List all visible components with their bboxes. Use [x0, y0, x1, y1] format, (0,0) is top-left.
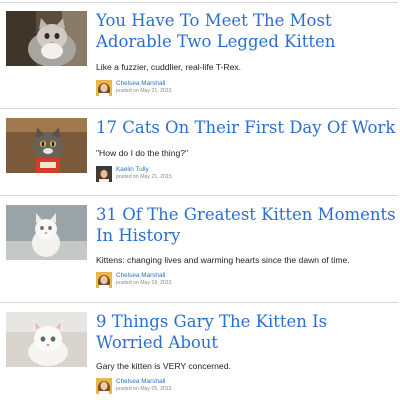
divider — [0, 108, 398, 109]
article-thumbnail[interactable] — [6, 118, 87, 173]
article-feed: You Have To Meet The Most Adorable Two L… — [0, 0, 400, 400]
article-title[interactable]: 31 Of The Greatest Kitten Moments In His… — [96, 204, 396, 246]
article-title[interactable]: 9 Things Gary The Kitten Is Worried Abou… — [96, 311, 396, 353]
article-title[interactable]: 17 Cats On Their First Day Of Work — [96, 117, 396, 138]
divider — [0, 2, 398, 3]
author-avatar[interactable] — [96, 378, 112, 394]
article-description: Kittens: changing lives and warming hear… — [96, 255, 350, 265]
author-avatar[interactable] — [96, 80, 112, 96]
post-date: posted on May 19, 2015 — [116, 280, 172, 286]
divider — [0, 302, 398, 303]
article-description: Like a fuzzier, cuddlier, real-life T-Re… — [96, 62, 242, 72]
article-thumbnail[interactable] — [6, 312, 87, 367]
article-description: "How do I do the thing?" — [96, 148, 189, 158]
author-name[interactable]: Kaelin Tully — [116, 166, 149, 174]
post-date: posted on May 21, 2015 — [116, 88, 172, 94]
author-name[interactable]: Chelsea Marshall — [116, 378, 165, 386]
article-description: Gary the kitten is VERY concerned. — [96, 361, 231, 371]
post-date: posted on May 21, 2015 — [116, 174, 172, 180]
author-avatar[interactable] — [96, 272, 112, 288]
article-thumbnail[interactable] — [6, 11, 87, 66]
author-name[interactable]: Chelsea Marshall — [116, 272, 165, 280]
author-name[interactable]: Chelsea Marshall — [116, 80, 165, 88]
author-avatar[interactable] — [96, 166, 112, 182]
post-date: posted on May 05, 2015 — [116, 386, 172, 392]
article-thumbnail[interactable] — [6, 205, 87, 260]
divider — [0, 195, 398, 196]
article-title[interactable]: You Have To Meet The Most Adorable Two L… — [96, 10, 396, 52]
